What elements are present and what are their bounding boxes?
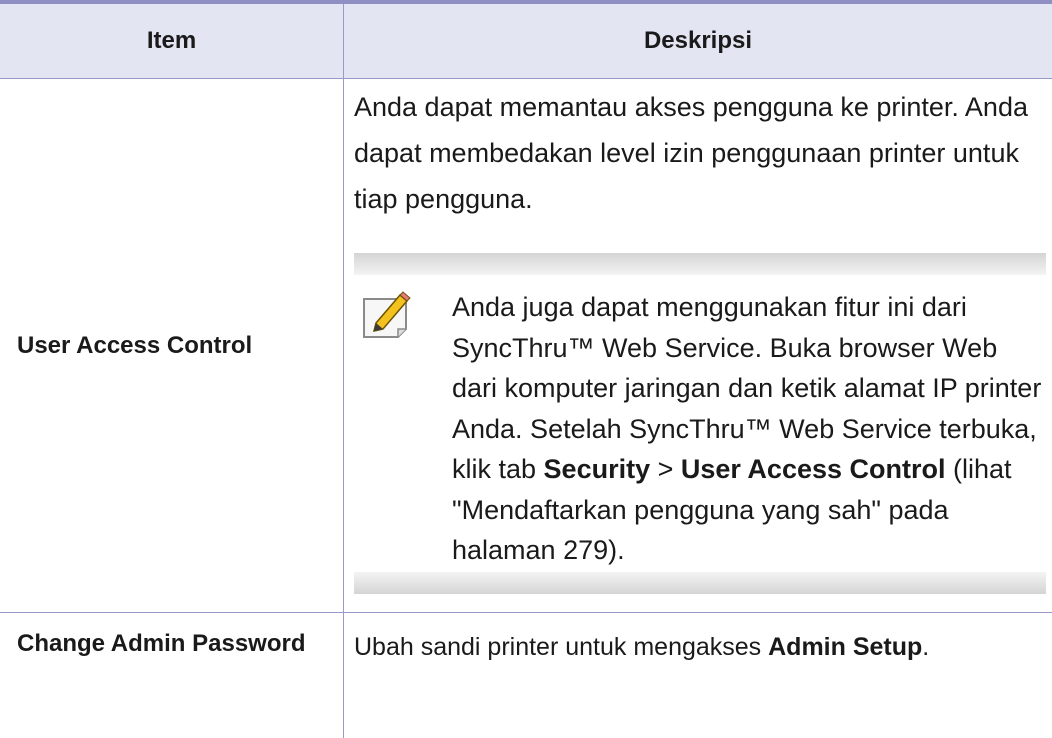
- note-top-bar: [354, 253, 1046, 275]
- header-description: Deskripsi: [643, 27, 753, 54]
- row-divider: [0, 612, 1052, 613]
- note-text: Anda juga dapat menggunakan fitur ini da…: [452, 287, 1046, 571]
- table-header-row: Item Deskripsi: [0, 4, 1052, 78]
- settings-table: Item Deskripsi User Access Control Anda …: [0, 0, 1052, 738]
- table-row-description: Ubah sandi printer untuk mengakses Admin…: [354, 633, 1052, 662]
- description-bold-admin-setup: Admin Setup: [768, 633, 923, 661]
- note-box: Anda juga dapat menggunakan fitur ini da…: [354, 253, 1046, 594]
- description-text: .: [922, 633, 930, 661]
- table-row-description: Anda dapat memantau akses pengguna ke pr…: [354, 92, 1028, 214]
- item-label: User Access Control: [17, 331, 253, 359]
- note-bold-security: Security: [543, 454, 651, 484]
- table-row-item-user-access-control: User Access Control: [0, 79, 343, 612]
- pencil-note-icon: [363, 291, 411, 338]
- table-row-item-change-admin-password: Change Admin Password: [17, 630, 306, 657]
- note-bold-user-access-control: User Access Control: [680, 454, 946, 484]
- column-divider: [343, 4, 344, 738]
- note-text-part: >: [650, 454, 681, 484]
- note-bottom-bar: [354, 572, 1046, 594]
- description-text: Ubah sandi printer untuk mengakses: [354, 633, 769, 661]
- header-item: Item: [146, 27, 197, 54]
